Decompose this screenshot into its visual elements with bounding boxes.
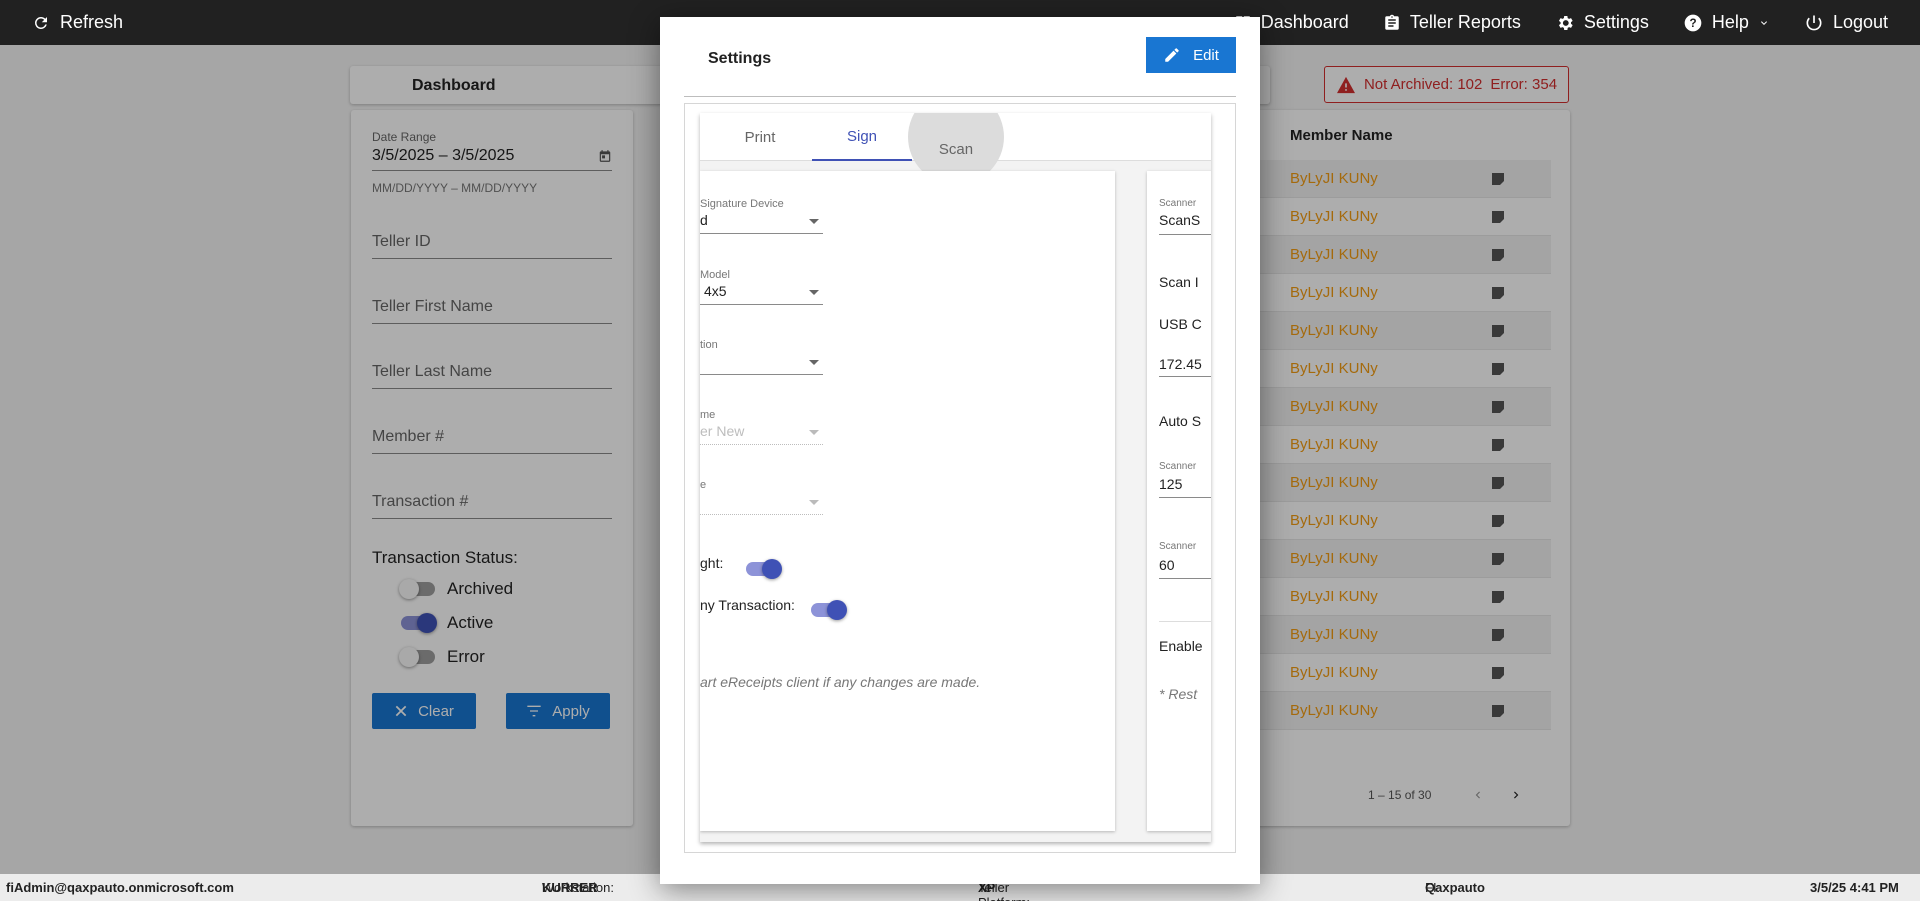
usb-setting-text: USB C	[1159, 316, 1202, 332]
svg-text:?: ?	[1689, 17, 1696, 30]
scanner3-label: Scanner	[1159, 541, 1197, 552]
nav-help-label: Help	[1711, 12, 1749, 32]
e-select[interactable]	[700, 493, 823, 515]
name-value: er New	[700, 423, 745, 439]
scan-setting-text: Scan I	[1159, 274, 1199, 290]
name-label: me	[700, 409, 716, 421]
auto-setting-text: Auto S	[1159, 413, 1202, 429]
scanner2-label: Scanner	[1159, 461, 1197, 472]
signature-device-value: d	[700, 212, 708, 228]
toggle2-switch[interactable]	[811, 600, 847, 620]
scanner2-value[interactable]: 125	[1159, 476, 1182, 492]
chevron-down-icon	[1758, 17, 1770, 29]
scanner-label: Scanner	[1159, 198, 1197, 209]
nav-teller-reports-label: Teller Reports	[1409, 12, 1521, 32]
edit-label: Edit	[1193, 46, 1219, 64]
model-select[interactable]: 4x5	[700, 283, 823, 305]
toggle1-label: ght:	[700, 555, 724, 571]
refresh-label: Refresh	[60, 12, 124, 32]
nav-dashboard-label: Dashboard	[1260, 12, 1349, 32]
footer-fi: FI: Qaxpauto	[1425, 880, 1485, 895]
sign-settings-panel: Signature Device d Model 4x5 tion me er …	[700, 171, 1115, 831]
footer-datetime: 3/5/25 4:41 PM	[1810, 880, 1899, 895]
settings-modal: Settings Edit Print Sign Scan Signature …	[660, 17, 1260, 884]
modal-body: Print Sign Scan Signature Device d Model…	[684, 103, 1236, 853]
scanner-value[interactable]: ScanS	[1159, 212, 1200, 228]
nav-logout-label: Logout	[1832, 12, 1888, 32]
settings-tabs: Print Sign Scan	[700, 113, 1211, 185]
e-label: e	[700, 479, 707, 491]
divider	[1159, 621, 1211, 622]
name-select[interactable]: er New	[700, 423, 823, 445]
scanner3-underline	[1159, 578, 1211, 579]
power-icon	[1804, 13, 1824, 33]
restart-note: art eReceipts client if any changes are …	[700, 674, 981, 690]
model-label: Model	[700, 269, 730, 281]
pencil-icon	[1163, 46, 1181, 64]
fi-label: FI:	[1425, 880, 1441, 895]
scanner3-value[interactable]: 60	[1159, 557, 1175, 573]
signature-device-label: Signature Device	[700, 198, 784, 210]
help-icon: ?	[1683, 13, 1703, 33]
restart-note-right: * Rest	[1159, 686, 1198, 702]
ip-underline	[1159, 376, 1211, 377]
nav-settings-label: Settings	[1583, 12, 1649, 32]
dropdown-caret-icon	[809, 430, 819, 435]
gear-icon	[1555, 13, 1575, 33]
location-label: tion	[700, 339, 718, 351]
workstation-label: Workstation:	[542, 880, 615, 895]
modal-title: Settings	[708, 50, 772, 67]
location-select[interactable]	[700, 353, 823, 375]
dropdown-caret-icon	[809, 500, 819, 505]
scanner-underline	[1159, 234, 1211, 235]
toggle2-label: ny Transaction:	[700, 597, 795, 613]
nav-help[interactable]: ? Help	[1683, 12, 1770, 33]
enable-setting-text: Enable	[1159, 638, 1203, 654]
model-value: 4x5	[704, 283, 727, 299]
dropdown-caret-icon	[809, 360, 819, 365]
tab-sign[interactable]: Sign	[812, 113, 912, 161]
clipboard-icon	[1383, 14, 1401, 32]
nav-teller-reports[interactable]: Teller Reports	[1383, 12, 1521, 33]
dropdown-caret-icon	[809, 219, 819, 224]
nav-settings[interactable]: Settings	[1555, 12, 1649, 33]
signature-device-select[interactable]: d	[700, 212, 823, 234]
toggle1-switch[interactable]	[746, 559, 782, 579]
footer-user: fiAdmin@qaxpauto.onmicrosoft.com	[6, 880, 234, 895]
modal-header: Settings Edit	[684, 37, 1236, 97]
nav-logout[interactable]: Logout	[1804, 12, 1888, 33]
scanner2-underline	[1159, 497, 1211, 498]
refresh-button[interactable]: Refresh	[32, 0, 123, 45]
dropdown-caret-icon	[809, 290, 819, 295]
ip-address-value[interactable]: 172.45	[1159, 356, 1202, 372]
footer-workstation: Workstation: KURRER	[542, 880, 614, 895]
settings-tab-container: Print Sign Scan Signature Device d Model…	[700, 113, 1211, 842]
edit-button[interactable]: Edit	[1146, 37, 1236, 73]
tab-print[interactable]: Print	[730, 113, 790, 161]
refresh-icon	[32, 14, 50, 32]
scan-settings-panel: Scanner ScanS Scan I USB C 172.45 Auto S…	[1147, 171, 1211, 831]
